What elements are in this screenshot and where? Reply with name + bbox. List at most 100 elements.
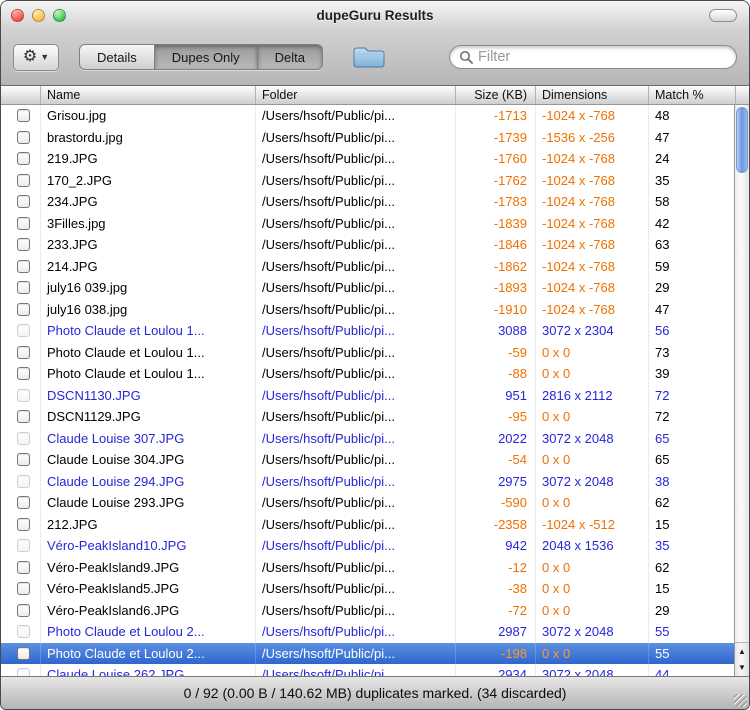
table-row[interactable]: 219.JPG /Users/hsoft/Public/pi... -1760 … [1,148,734,170]
cell-size: -88 [456,363,536,385]
cell-dimensions: -1024 x -768 [536,256,649,278]
row-checkbox[interactable] [17,152,30,165]
table-row[interactable]: Véro-PeakIsland10.JPG /Users/hsoft/Publi… [1,535,734,557]
row-checkbox[interactable] [17,475,30,488]
row-checkbox[interactable] [17,668,30,676]
row-checkbox[interactable] [17,367,30,380]
table-row[interactable]: brastordu.jpg /Users/hsoft/Public/pi... … [1,127,734,149]
row-checkbox[interactable] [17,518,30,531]
scrollbar-thumb[interactable] [736,107,748,173]
checkbox-cell [1,299,41,321]
table-row[interactable]: july16 038.jpg /Users/hsoft/Public/pi...… [1,299,734,321]
row-checkbox[interactable] [17,195,30,208]
row-checkbox[interactable] [17,389,30,402]
table-row[interactable]: Claude Louise 307.JPG /Users/hsoft/Publi… [1,428,734,450]
table-row[interactable]: 3Filles.jpg /Users/hsoft/Public/pi... -1… [1,213,734,235]
table-row[interactable]: Photo Claude et Loulou 2... /Users/hsoft… [1,643,734,665]
table-row[interactable]: Grisou.jpg /Users/hsoft/Public/pi... -17… [1,105,734,127]
cell-match: 72 [649,406,734,428]
table-row[interactable]: Véro-PeakIsland5.JPG /Users/hsoft/Public… [1,578,734,600]
header-folder[interactable]: Folder [256,86,456,104]
header-name[interactable]: Name [41,86,256,104]
cell-folder: /Users/hsoft/Public/pi... [256,578,456,600]
scroll-down-button[interactable]: ▼ [735,660,749,677]
row-checkbox[interactable] [17,260,30,273]
row-checkbox[interactable] [17,346,30,359]
row-checkbox[interactable] [17,496,30,509]
toolbar-toggle-button[interactable] [709,9,737,22]
table-row[interactable]: Claude Louise 293.JPG /Users/hsoft/Publi… [1,492,734,514]
row-checkbox[interactable] [17,561,30,574]
cell-dimensions: 0 x 0 [536,600,649,622]
cell-size: -1839 [456,213,536,235]
table-row[interactable]: 214.JPG /Users/hsoft/Public/pi... -1862 … [1,256,734,278]
zoom-button[interactable] [53,9,66,22]
table-row[interactable]: 212.JPG /Users/hsoft/Public/pi... -2358 … [1,514,734,536]
segment-delta[interactable]: Delta [258,44,323,70]
table-row[interactable]: Photo Claude et Loulou 1... /Users/hsoft… [1,342,734,364]
row-checkbox[interactable] [17,281,30,294]
table-row[interactable]: DSCN1129.JPG /Users/hsoft/Public/pi... -… [1,406,734,428]
cell-match: 38 [649,471,734,493]
cell-name: 219.JPG [41,148,256,170]
cell-folder: /Users/hsoft/Public/pi... [256,363,456,385]
table-row[interactable]: Photo Claude et Loulou 1... /Users/hsoft… [1,363,734,385]
minimize-button[interactable] [32,9,45,22]
row-checkbox[interactable] [17,131,30,144]
cell-folder: /Users/hsoft/Public/pi... [256,320,456,342]
segment-details[interactable]: Details [79,44,155,70]
close-button[interactable] [11,9,24,22]
row-checkbox[interactable] [17,324,30,337]
table-row[interactable]: Claude Louise 294.JPG /Users/hsoft/Publi… [1,471,734,493]
cell-dimensions: 2048 x 1536 [536,535,649,557]
header-match[interactable]: Match % [649,86,736,104]
row-checkbox[interactable] [17,217,30,230]
checkbox-cell [1,643,41,665]
table-row[interactable]: Claude Louise 262.JPG /Users/hsoft/Publi… [1,664,734,676]
table-row[interactable]: Photo Claude et Loulou 2... /Users/hsoft… [1,621,734,643]
checkbox-cell [1,277,41,299]
row-checkbox[interactable] [17,453,30,466]
header-dimensions[interactable]: Dimensions [536,86,649,104]
cell-match: 42 [649,213,734,235]
filter-field[interactable] [449,45,737,69]
cell-dimensions: 0 x 0 [536,492,649,514]
row-checkbox[interactable] [17,604,30,617]
table-row[interactable]: 233.JPG /Users/hsoft/Public/pi... -1846 … [1,234,734,256]
filter-input[interactable] [478,49,727,65]
checkbox-cell [1,428,41,450]
row-checkbox[interactable] [17,647,30,660]
row-checkbox[interactable] [17,174,30,187]
header-size[interactable]: Size (KB) [456,86,536,104]
cell-size: -12 [456,557,536,579]
row-checkbox[interactable] [17,432,30,445]
table-row[interactable]: Véro-PeakIsland6.JPG /Users/hsoft/Public… [1,600,734,622]
checkbox-cell [1,621,41,643]
row-checkbox[interactable] [17,109,30,122]
table-row[interactable]: Véro-PeakIsland9.JPG /Users/hsoft/Public… [1,557,734,579]
segment-dupes-only[interactable]: Dupes Only [155,44,258,70]
open-folder-button[interactable] [351,44,387,70]
vertical-scrollbar[interactable]: ▲ ▼ [734,105,749,676]
header-checkbox[interactable] [1,86,41,104]
scroll-up-button[interactable]: ▲ [735,643,749,660]
cell-size: -1910 [456,299,536,321]
table-row[interactable]: Claude Louise 304.JPG /Users/hsoft/Publi… [1,449,734,471]
table-row[interactable]: july16 039.jpg /Users/hsoft/Public/pi...… [1,277,734,299]
resize-grip[interactable] [734,694,747,707]
row-checkbox[interactable] [17,582,30,595]
row-checkbox[interactable] [17,238,30,251]
cell-dimensions: 3072 x 2048 [536,471,649,493]
action-menu-button[interactable]: ⚙ ▼ [13,44,59,71]
row-checkbox[interactable] [17,303,30,316]
table-row[interactable]: Photo Claude et Loulou 1... /Users/hsoft… [1,320,734,342]
table-row[interactable]: 234.JPG /Users/hsoft/Public/pi... -1783 … [1,191,734,213]
row-checkbox[interactable] [17,625,30,638]
row-checkbox[interactable] [17,410,30,423]
cell-dimensions: 3072 x 2048 [536,621,649,643]
cell-folder: /Users/hsoft/Public/pi... [256,643,456,665]
cell-name: Véro-PeakIsland9.JPG [41,557,256,579]
table-row[interactable]: 170_2.JPG /Users/hsoft/Public/pi... -176… [1,170,734,192]
table-row[interactable]: DSCN1130.JPG /Users/hsoft/Public/pi... 9… [1,385,734,407]
row-checkbox[interactable] [17,539,30,552]
